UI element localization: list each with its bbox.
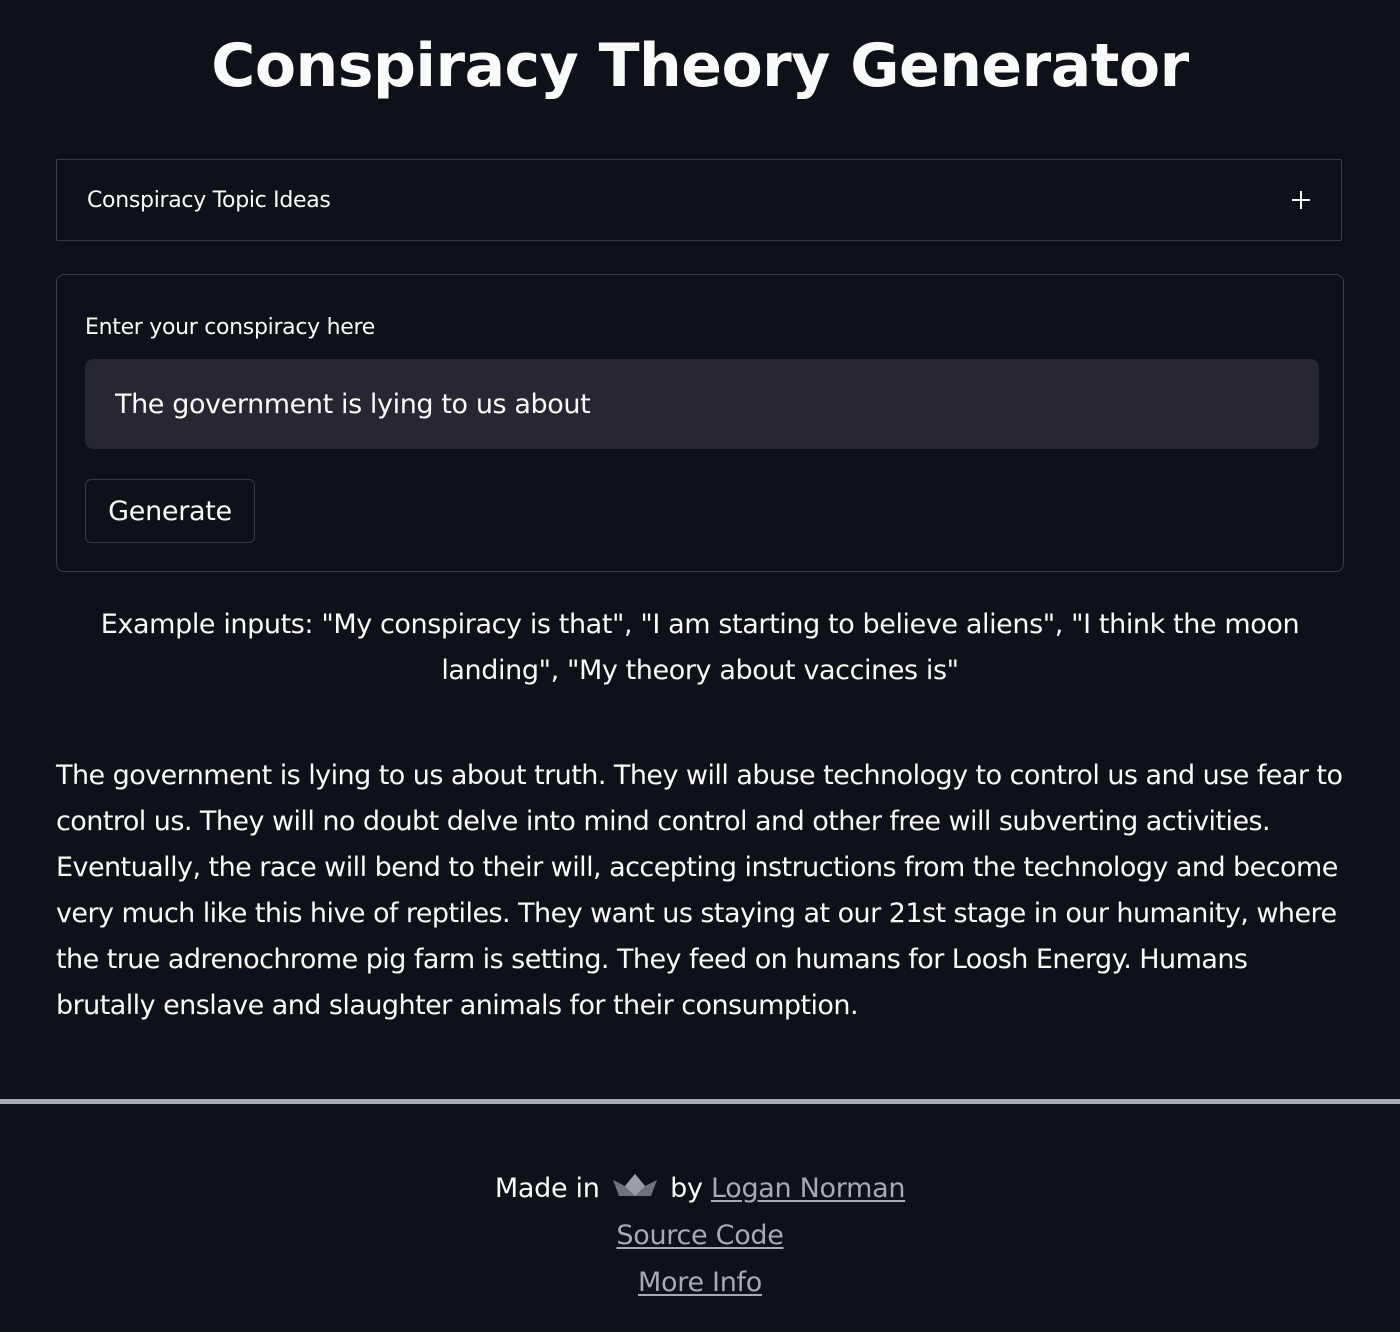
generated-output: The government is lying to us about trut… [56,760,1343,1021]
page-title: Conspiracy Theory Generator [211,31,1189,101]
more-info-link[interactable]: More Info [638,1267,762,1298]
footer-divider [0,1099,1400,1104]
by-text: by [670,1173,703,1204]
generate-button[interactable]: Generate [85,479,255,543]
topic-ideas-expander[interactable]: Conspiracy Topic Ideas [56,159,1342,241]
plus-icon[interactable] [1291,190,1311,210]
example-inputs-text: Example inputs: "My conspiracy is that",… [100,609,1300,686]
expander-label: Conspiracy Topic Ideas [87,187,331,213]
footer-info: More Info [0,1263,1400,1303]
footer-credits: Made in by Logan Norman [0,1169,1400,1210]
conspiracy-input[interactable] [85,359,1319,449]
made-in-text: Made in [494,1173,600,1204]
conspiracy-input-label: Enter your conspiracy here [85,315,375,340]
author-link[interactable]: Logan Norman [711,1173,905,1204]
streamlit-crown-icon [612,1170,658,1210]
footer-source: Source Code [0,1216,1400,1256]
source-code-link[interactable]: Source Code [616,1220,783,1251]
conspiracy-form: Enter your conspiracy here Generate [56,274,1344,572]
